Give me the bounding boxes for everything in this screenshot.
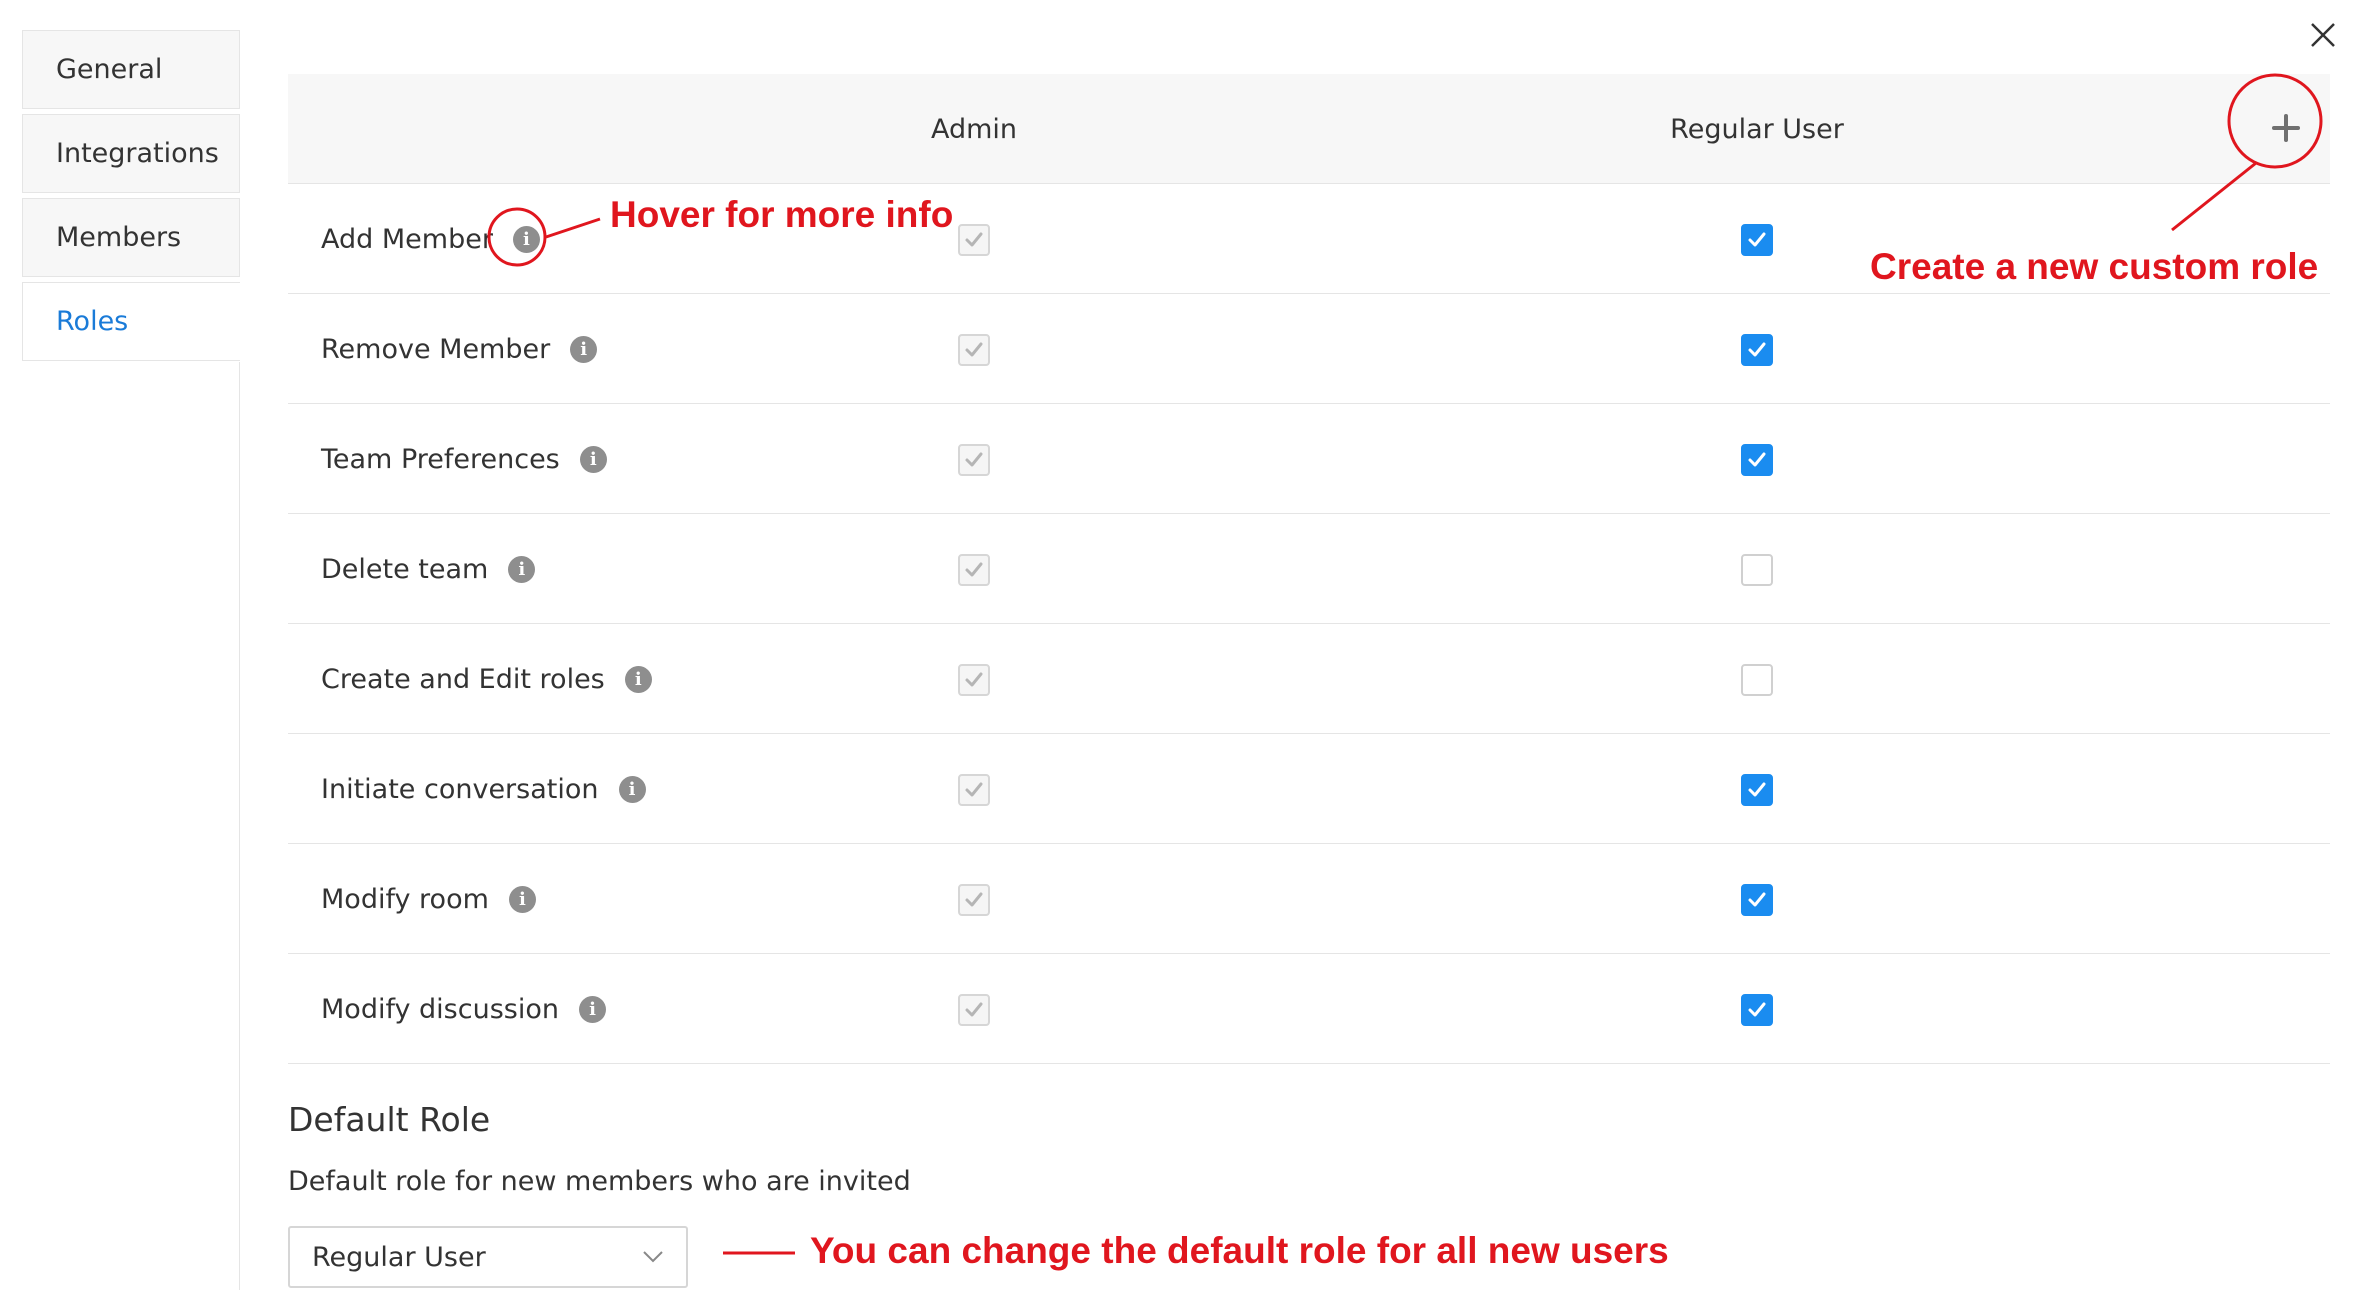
permission-name: Modify discussion [321, 993, 559, 1025]
sidebar-item-roles[interactable]: Roles [22, 282, 240, 361]
info-icon[interactable]: i [508, 885, 536, 913]
regular-user-permission-checkbox[interactable] [1741, 224, 1773, 256]
permission-label: Team Preferences i [321, 404, 607, 514]
regular-user-permission-checkbox[interactable] [1741, 334, 1773, 366]
default-role-title: Default Role [288, 1100, 491, 1139]
permission-name: Add Member [321, 223, 493, 255]
table-row: Initiate conversation i [288, 734, 2330, 844]
admin-permission-checkbox [958, 994, 990, 1026]
sidebar-item-general[interactable]: General [22, 30, 240, 109]
permission-label: Delete team i [321, 514, 536, 624]
default-role-value: Regular User [312, 1241, 486, 1273]
info-icon[interactable]: i [624, 665, 652, 693]
sidebar-item-integrations[interactable]: Integrations [22, 114, 240, 193]
default-role-description: Default role for new members who are inv… [288, 1166, 911, 1197]
table-row: Create and Edit roles i [288, 624, 2330, 734]
sidebar-item-members[interactable]: Members [22, 198, 240, 277]
admin-permission-checkbox [958, 444, 990, 476]
permission-name: Remove Member [321, 333, 551, 365]
regular-user-permission-checkbox[interactable] [1741, 884, 1773, 916]
permission-label: Initiate conversation i [321, 734, 646, 844]
table-row: Team Preferences i [288, 404, 2330, 514]
sidebar-divider [239, 362, 240, 1290]
table-row: Modify room i [288, 844, 2330, 954]
admin-permission-checkbox [958, 884, 990, 916]
roles-table-header: Admin Regular User [288, 74, 2330, 184]
info-icon[interactable]: i [508, 555, 536, 583]
permission-label: Modify room i [321, 844, 536, 954]
settings-sidebar: General Integrations Members Roles [22, 30, 240, 366]
regular-user-permission-checkbox[interactable] [1741, 994, 1773, 1026]
annotation-change-default: You can change the default role for all … [810, 1230, 1669, 1271]
table-row: Remove Member i [288, 294, 2330, 404]
admin-permission-checkbox [958, 334, 990, 366]
annotation-create-role: Create a new custom role [1870, 246, 2319, 287]
close-icon[interactable] [2310, 22, 2336, 48]
chevron-down-icon [643, 1251, 663, 1263]
info-icon[interactable]: i [512, 225, 540, 253]
permission-label: Remove Member i [321, 294, 598, 404]
permission-name: Team Preferences [321, 443, 560, 475]
column-header-admin: Admin [930, 113, 1018, 145]
regular-user-permission-checkbox[interactable] [1741, 554, 1773, 586]
info-icon[interactable]: i [578, 995, 606, 1023]
column-header-regular-user: Regular User [1670, 113, 1844, 145]
permission-label: Add Member i [321, 184, 540, 294]
plus-icon[interactable] [2266, 108, 2306, 148]
permission-name: Delete team [321, 553, 489, 585]
permission-label: Modify discussion i [321, 954, 606, 1064]
permission-name: Initiate conversation [321, 773, 599, 805]
admin-permission-checkbox [958, 554, 990, 586]
regular-user-permission-checkbox[interactable] [1741, 444, 1773, 476]
admin-permission-checkbox [958, 664, 990, 696]
info-icon[interactable]: i [618, 775, 646, 803]
regular-user-permission-checkbox[interactable] [1741, 664, 1773, 696]
permission-label: Create and Edit roles i [321, 624, 652, 734]
admin-permission-checkbox [958, 774, 990, 806]
admin-permission-checkbox [958, 224, 990, 256]
regular-user-permission-checkbox[interactable] [1741, 774, 1773, 806]
info-icon[interactable]: i [579, 445, 607, 473]
info-icon[interactable]: i [570, 335, 598, 363]
table-row: Modify discussion i [288, 954, 2330, 1064]
permission-name: Modify room [321, 883, 489, 915]
table-row: Delete team i [288, 514, 2330, 624]
permission-name: Create and Edit roles [321, 663, 605, 695]
annotation-hover: Hover for more info [610, 194, 954, 235]
default-role-select[interactable]: Regular User [288, 1226, 688, 1288]
